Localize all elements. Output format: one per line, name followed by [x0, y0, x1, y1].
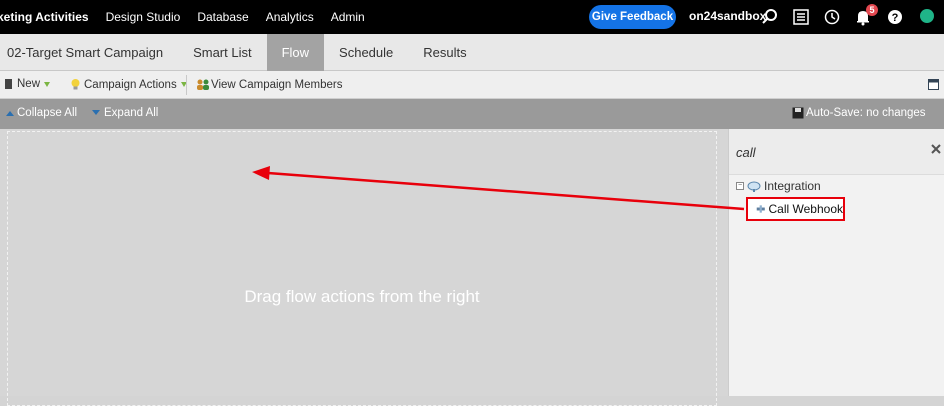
new-menu-button[interactable]: New	[4, 78, 51, 90]
nav-marketing-activities[interactable]: keting Activities	[0, 10, 89, 24]
view-members-label: View Campaign Members	[211, 78, 343, 91]
tab-smart-list[interactable]: Smart List	[178, 34, 267, 71]
save-icon	[792, 107, 804, 119]
flow-canvas[interactable]: Drag flow actions from the right	[0, 129, 728, 406]
tree-item-call-webhook[interactable]: Call Webhook	[746, 197, 845, 221]
give-feedback-button[interactable]: Give Feedback	[589, 5, 676, 29]
chevron-down-icon	[44, 81, 51, 87]
webhook-icon	[756, 205, 765, 213]
lightbulb-icon	[71, 79, 80, 90]
list-icon[interactable]	[792, 8, 810, 26]
help-icon[interactable]: ?	[886, 8, 904, 26]
main-nav: keting Activities Design Studio Database…	[0, 0, 382, 34]
tab-flow[interactable]: Flow	[266, 34, 325, 71]
tab-schedule[interactable]: Schedule	[324, 34, 408, 71]
nav-admin[interactable]: Admin	[331, 10, 365, 24]
autosave-label: Auto-Save: no changes	[806, 107, 926, 119]
collapse-all-button[interactable]: Collapse All	[5, 107, 77, 119]
avatar[interactable]	[920, 9, 934, 23]
clock-icon[interactable]	[823, 8, 841, 26]
flow-action-search[interactable]: call	[729, 129, 944, 175]
flow-subbar: Collapse All Expand All Auto-Save: no ch…	[0, 99, 944, 129]
tab-results[interactable]: Results	[408, 34, 481, 71]
canvas-placeholder: Drag flow actions from the right	[244, 287, 480, 306]
category-label: Integration	[764, 179, 821, 193]
search-input[interactable]: call	[736, 145, 756, 160]
tree-category-integration[interactable]: − Integration	[736, 179, 821, 193]
svg-text:?: ?	[892, 12, 899, 24]
document-icon	[5, 79, 12, 89]
cloud-icon	[747, 181, 761, 192]
flow-drop-zone[interactable]	[7, 131, 717, 406]
account-name[interactable]: on24sandbox	[689, 9, 766, 23]
top-navigation-bar: keting Activities Design Studio Database…	[0, 0, 944, 34]
campaign-tab-bar: 02-Target Smart Campaign Smart List Flow…	[0, 34, 944, 71]
campaign-actions-label: Campaign Actions	[84, 78, 177, 91]
collapse-toggle-icon[interactable]: −	[736, 182, 744, 190]
collapse-icon	[6, 111, 14, 116]
notification-badge: 5	[866, 4, 878, 16]
view-campaign-members-button[interactable]: View Campaign Members	[196, 78, 342, 91]
campaign-title-tab[interactable]: 02-Target Smart Campaign	[0, 34, 178, 71]
campaign-actions-button[interactable]: Campaign Actions	[70, 78, 187, 91]
expand-all-button[interactable]: Expand All	[91, 107, 158, 119]
nav-database[interactable]: Database	[197, 10, 248, 24]
nav-design-studio[interactable]: Design Studio	[106, 10, 181, 24]
people-icon	[197, 79, 209, 90]
campaign-toolbar: New Campaign Actions View Campaign Membe…	[0, 71, 944, 99]
panel-toggle-icon[interactable]	[928, 79, 939, 90]
close-icon[interactable]	[931, 144, 941, 154]
nav-analytics[interactable]: Analytics	[266, 10, 314, 24]
collapse-all-label: Collapse All	[17, 107, 78, 119]
search-icon[interactable]	[761, 8, 779, 26]
flow-actions-panel: call − Integration	[728, 129, 944, 396]
expand-icon	[92, 110, 100, 115]
autosave-status: Auto-Save: no changes	[792, 107, 926, 119]
toolbar-divider	[186, 75, 187, 95]
action-label: Call Webhook	[768, 202, 843, 216]
expand-all-label: Expand All	[104, 107, 159, 119]
new-label: New	[17, 78, 41, 90]
